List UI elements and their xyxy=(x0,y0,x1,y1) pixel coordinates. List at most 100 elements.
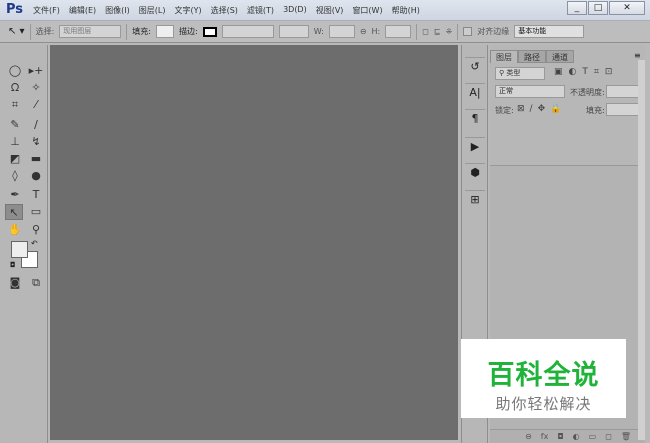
link-icon[interactable]: ⊖ xyxy=(360,27,367,36)
path-selection-tool-icon[interactable]: ↖ xyxy=(5,204,23,220)
select-label: 选择: xyxy=(35,27,55,36)
fill-swatch[interactable] xyxy=(155,25,174,38)
watermark-title: 百科全说 xyxy=(487,360,600,391)
filter-kind-value: 类型 xyxy=(506,69,521,77)
zoom-tool-icon[interactable]: ⚲ xyxy=(27,222,45,238)
menu-layer[interactable]: 图层(L) xyxy=(139,5,166,16)
marquee-tool-icon[interactable]: ◯ xyxy=(6,63,24,79)
history-brush-tool-icon[interactable]: ↯ xyxy=(27,134,45,150)
stroke-label: 描边: xyxy=(178,27,198,36)
stroke-type-dropdown[interactable] xyxy=(278,25,309,38)
document-canvas-area[interactable] xyxy=(50,45,458,440)
fill-label: 填充: xyxy=(586,106,605,115)
screen-mode-icon[interactable]: ⧉ xyxy=(27,275,45,291)
opacity-label: 不透明度: xyxy=(570,88,605,97)
stroke-swatch[interactable] xyxy=(202,26,217,37)
menu-edit[interactable]: 编辑(E) xyxy=(69,5,96,16)
tab-layers[interactable]: 图层 xyxy=(490,50,518,63)
swap-colors-icon[interactable]: ↶ xyxy=(31,239,38,248)
foreground-color-swatch[interactable] xyxy=(11,241,28,258)
properties-panel-icon[interactable]: ⊞ xyxy=(465,190,485,208)
path-operations-icon[interactable]: ◻ xyxy=(422,27,429,36)
fill-field[interactable] xyxy=(606,103,641,116)
menu-select[interactable]: 选择(S) xyxy=(211,5,238,16)
align-edges-checkbox[interactable] xyxy=(463,27,473,36)
menu-help[interactable]: 帮助(H) xyxy=(392,5,420,16)
opacity-field[interactable] xyxy=(606,85,641,98)
blur-tool-icon[interactable]: ◊ xyxy=(6,168,24,184)
select-dropdown[interactable]: 现用图层 xyxy=(59,25,122,38)
lasso-tool-icon[interactable]: ᘯ xyxy=(6,80,24,96)
magic-wand-tool-icon[interactable]: ✧ xyxy=(27,80,45,96)
rectangle-tool-icon[interactable]: ▭ xyxy=(27,204,45,220)
hand-tool-icon[interactable]: ✋ xyxy=(6,222,24,238)
menu-window[interactable]: 窗口(W) xyxy=(352,5,382,16)
character-panel-icon[interactable]: A| xyxy=(465,83,485,101)
menu-image[interactable]: 图像(I) xyxy=(105,5,130,16)
blend-mode-dropdown[interactable]: 正常 xyxy=(495,85,565,98)
divider xyxy=(29,23,31,40)
stroke-width-field[interactable] xyxy=(221,25,274,38)
menu-view[interactable]: 视图(V) xyxy=(316,5,344,16)
watermark: 百科全说 助你轻松解决 xyxy=(461,339,626,418)
add-mask-icon[interactable]: ◘ xyxy=(557,430,563,443)
new-layer-icon[interactable]: ◻ xyxy=(605,430,612,443)
divider xyxy=(126,23,128,40)
h-label: H: xyxy=(371,27,381,36)
quick-mask-icon[interactable]: ◙ xyxy=(6,275,24,291)
layers-footer: ⊖ fx ◘ ◐ ▭ ◻ 🗑 xyxy=(490,429,645,443)
w-label: W: xyxy=(313,27,324,36)
panel-scrollbar[interactable] xyxy=(638,60,645,440)
close-button[interactable]: ✕ xyxy=(609,1,645,15)
actions-panel-icon[interactable]: ▶ xyxy=(465,137,485,155)
pen-tool-icon[interactable]: ✒ xyxy=(6,187,24,203)
photoshop-logo: Ps xyxy=(6,2,24,17)
workspace-dropdown[interactable]: 基本功能 xyxy=(514,25,585,38)
height-field[interactable] xyxy=(385,25,412,38)
path-select-tool-icon[interactable]: ↖ ▾ xyxy=(8,26,25,37)
lock-icons[interactable]: ⊠∕✥🔒 xyxy=(517,104,566,114)
default-colors-icon[interactable]: ◘ xyxy=(10,261,16,269)
menu-type[interactable]: 文字(Y) xyxy=(174,5,201,16)
path-alignment-icon[interactable]: ⊑ xyxy=(434,27,441,36)
crop-tool-icon[interactable]: ⌗ xyxy=(6,97,24,113)
link-layers-icon[interactable]: ⊖ xyxy=(525,430,532,443)
tab-channels[interactable]: 通道 xyxy=(546,50,574,63)
menu-3d[interactable]: 3D(D) xyxy=(283,5,307,16)
tools-panel: ◯ ▸+ ᘯ ✧ ⌗ ⁄ ✎ ∕ ⊥ ↯ ◩ ▬ ◊ ● ✒ T ↖ ▭ ✋ ⚲… xyxy=(0,45,48,443)
brush-tool-icon[interactable]: ∕ xyxy=(27,117,45,133)
history-panel-icon[interactable]: ↺ xyxy=(465,57,485,75)
width-field[interactable] xyxy=(328,25,355,38)
eyedropper-tool-icon[interactable]: ⁄ xyxy=(27,97,45,113)
path-arrangement-icon[interactable]: ⁜ xyxy=(446,27,453,36)
new-group-icon[interactable]: ▭ xyxy=(589,430,597,443)
menu-file[interactable]: 文件(F) xyxy=(33,5,60,16)
dodge-tool-icon[interactable]: ● xyxy=(27,168,45,184)
adjustment-layer-icon[interactable]: ◐ xyxy=(573,430,580,443)
title-bar: Ps 文件(F) 编辑(E) 图像(I) 图层(L) 文字(Y) 选择(S) 滤… xyxy=(0,0,650,21)
delete-layer-icon[interactable]: 🗑 xyxy=(621,430,631,443)
type-tool-icon[interactable]: T xyxy=(27,187,45,203)
menu-bar: 文件(F) 编辑(E) 图像(I) 图层(L) 文字(Y) 选择(S) 滤镜(T… xyxy=(33,5,420,16)
panel-menu-icon[interactable]: ≡ xyxy=(634,51,641,60)
fx-icon[interactable]: fx xyxy=(541,430,549,443)
panel-tabs: 图层 路径 通道 xyxy=(490,50,574,63)
menu-filter[interactable]: 滤镜(T) xyxy=(247,5,274,16)
tab-paths[interactable]: 路径 xyxy=(518,50,546,63)
gradient-tool-icon[interactable]: ▬ xyxy=(27,151,45,167)
options-bar: ↖ ▾ 选择: 现用图层 填充: 描边: W: ⊖ H: ◻ ⊑ ⁜ 对齐边缘 … xyxy=(0,21,650,43)
paragraph-panel-icon[interactable]: ¶ xyxy=(465,109,485,127)
move-tool-icon[interactable]: ▸+ xyxy=(27,63,45,79)
lock-label: 锁定: xyxy=(495,106,514,115)
minimize-button[interactable]: _ xyxy=(567,1,587,15)
filter-kind-dropdown[interactable]: ⚲ 类型 xyxy=(495,67,545,80)
divider xyxy=(416,23,418,40)
watermark-subtitle: 助你轻松解决 xyxy=(495,395,592,413)
clone-stamp-tool-icon[interactable]: ⊥ xyxy=(6,134,24,150)
maximize-button[interactable]: □ xyxy=(588,1,608,15)
layer-filter-icons[interactable]: ▣◐T⌗⊡ xyxy=(554,67,618,77)
eraser-tool-icon[interactable]: ◩ xyxy=(6,151,24,167)
3d-panel-icon[interactable]: ⬢ xyxy=(465,163,485,181)
align-edges-label: 对齐边缘 xyxy=(477,27,510,36)
healing-brush-tool-icon[interactable]: ✎ xyxy=(6,117,24,133)
